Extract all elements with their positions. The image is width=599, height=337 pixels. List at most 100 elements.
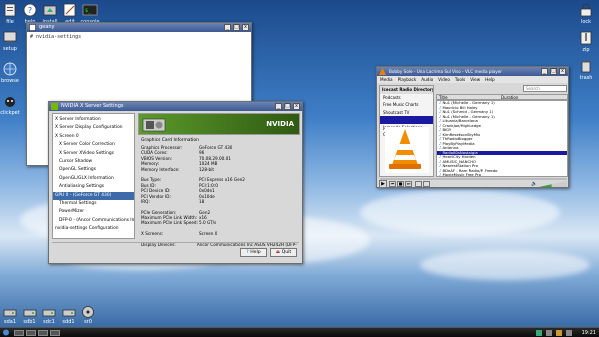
menu-item[interactable]: Tools: [455, 77, 465, 82]
playlist-item[interactable]: ♪MovieMusic Free Pro: [437, 173, 567, 176]
zip-icon: [580, 31, 592, 45]
vlc-controls: ▶ ⏮ ■ ⏭ 🔈: [379, 180, 568, 188]
desktop-shortcut-setup[interactable]: setup: [0, 30, 26, 52]
desktop-shortcut-label: trash: [579, 75, 593, 81]
tray-icon[interactable]: [566, 330, 572, 336]
playlist-item-title: PlayByPlayMedia: [442, 141, 475, 146]
tree-item[interactable]: X Screen 0: [53, 133, 134, 141]
maximize-button[interactable]: □: [550, 68, 557, 75]
tray-icon[interactable]: [536, 330, 542, 336]
close-button[interactable]: x: [559, 68, 566, 75]
help-label: Help: [250, 250, 261, 255]
tree-item[interactable]: X Server Information: [53, 116, 134, 124]
vlc-playlist[interactable]: ♪Nu1 (Michelle - Germany 1) ♪Mauricio Bil…: [436, 100, 568, 177]
tree-item[interactable]: Antialiasing Settings: [53, 183, 134, 191]
nvidia-settings-window[interactable]: NVIDIA X Server Settings _ □ x X Server …: [48, 101, 303, 264]
desktop-shortcut-trash[interactable]: trash: [570, 59, 599, 81]
maximize-button[interactable]: □: [284, 103, 291, 110]
sidebar-item[interactable]: Free Music Charts: [380, 101, 433, 109]
tree-item[interactable]: X Server XVideo Settings: [53, 150, 134, 158]
volume-slider[interactable]: [539, 181, 567, 187]
vlc-titlebar[interactable]: Bobby Sole - Una Lacrima Sul Viso - VLC …: [377, 67, 568, 76]
drive-sr0[interactable]: sr0: [77, 306, 99, 325]
playlist-item-title: HeartCity Horden: [442, 155, 476, 159]
tree-item[interactable]: Cursor Shadow: [53, 158, 134, 166]
nvidia-titlebar[interactable]: NVIDIA X Server Settings _ □ x: [49, 102, 302, 111]
nvidia-button-bar: ? Help ⏏ Quit: [52, 242, 299, 260]
menu-item[interactable]: Media: [380, 77, 393, 82]
clickpet-icon: [5, 97, 15, 107]
taskbar-item[interactable]: [14, 330, 24, 336]
desktop-shortcut-clickpet[interactable]: clickpet: [0, 94, 26, 116]
tree-item[interactable]: PowerMizer: [53, 208, 134, 216]
next-button[interactable]: ⏭: [405, 181, 412, 187]
tray-icon[interactable]: [546, 330, 552, 336]
play-button[interactable]: ▶: [379, 180, 387, 188]
tree-item[interactable]: OpenGL/GLX Information: [53, 175, 134, 183]
quit-button[interactable]: ⏏ Quit: [270, 248, 297, 257]
editor-titlebar[interactable]: geany _ □ x: [27, 23, 251, 32]
sidebar-item[interactable]: Podcasts: [380, 94, 433, 102]
desktop-shortcut-zip[interactable]: zip: [570, 31, 599, 53]
browse-icon: [3, 62, 17, 76]
playlist-toggle-button[interactable]: [423, 181, 430, 187]
tray-icon[interactable]: [556, 330, 562, 336]
taskbar-item[interactable]: [38, 330, 48, 336]
menu-item[interactable]: Playback: [398, 77, 417, 82]
start-icon[interactable]: [2, 329, 10, 336]
console-icon: $_: [82, 4, 98, 16]
background-cloud: [420, 250, 590, 280]
previous-button[interactable]: ⏮: [389, 181, 396, 187]
close-button[interactable]: x: [293, 103, 300, 110]
maximize-button[interactable]: □: [233, 24, 240, 31]
stop-button[interactable]: ■: [397, 181, 404, 187]
editor-text-area[interactable]: # nvidia-settings: [27, 32, 251, 42]
menu-item[interactable]: Help: [485, 77, 495, 82]
help-button[interactable]: ? Help: [240, 248, 267, 257]
sidebar-item[interactable]: [380, 116, 433, 124]
desktop-shortcut-lock[interactable]: lock: [570, 3, 599, 25]
desktop-shortcut-browse[interactable]: browse: [0, 62, 26, 84]
nvidia-title: NVIDIA X Server Settings: [61, 103, 124, 109]
taskbar-item[interactable]: [26, 330, 36, 336]
menu-item[interactable]: Video: [438, 77, 450, 82]
tree-item[interactable]: X Server Display Configuration: [53, 124, 134, 132]
sidebar-item[interactable]: Shoutcast TV: [380, 109, 433, 117]
playlist-item-title: BIGY: [442, 128, 452, 132]
vlc-title: Bobby Sole - Una Lacrima Sul Viso - VLC …: [389, 69, 503, 74]
taskbar-item[interactable]: [50, 330, 60, 336]
playlist-item-title: AMUSIC_NANCHO: [442, 159, 476, 164]
volume-icon[interactable]: 🔈: [531, 181, 537, 187]
fullscreen-button[interactable]: [415, 181, 422, 187]
desktop-shortcut-label: browse: [1, 78, 19, 84]
graphics-card-info-panel: Graphics Card Information Graphics Proce…: [138, 137, 300, 247]
help-icon: ?: [246, 250, 249, 255]
close-button[interactable]: x: [242, 24, 249, 31]
nvidia-tree-panel: X Server Information X Server Display Con…: [52, 113, 135, 239]
drive-icon: [62, 309, 75, 317]
minimize-button[interactable]: _: [275, 103, 282, 110]
menu-item[interactable]: View: [470, 77, 480, 82]
quit-label: Quit: [281, 250, 292, 255]
vlc-search-field[interactable]: Search: [523, 85, 567, 92]
minimize-button[interactable]: _: [541, 68, 548, 75]
setup-icon: [3, 31, 17, 43]
tree-item[interactable]: GPU 0 - (GeForce GT 430): [53, 191, 134, 200]
background-cloud: [360, 190, 560, 235]
menu-item[interactable]: Audio: [421, 77, 433, 82]
playlist-item-title: Mauricio Bill Haley: [442, 105, 478, 110]
minimize-button[interactable]: _: [224, 24, 231, 31]
vlc-window[interactable]: Bobby Sole - Una Lacrima Sul Viso - VLC …: [376, 66, 569, 188]
playlist-item-title: BDeAF - Ram Radio/P. Freedo: [442, 168, 498, 173]
playlist-item-title: Radio80sNostalgia: [442, 150, 478, 155]
tree-item[interactable]: OpenGL Settings: [53, 166, 134, 174]
tree-item[interactable]: Thermal Settings: [53, 200, 134, 208]
tree-item[interactable]: nvidia-settings Configuration: [53, 225, 134, 233]
playlist-item-title: Antenna: [442, 146, 459, 150]
trash-icon: [581, 61, 591, 73]
search-placeholder: Search: [526, 86, 540, 91]
tree-item[interactable]: X Server Color Correction: [53, 141, 134, 149]
tree-item[interactable]: DFP-0 - (Ancor Communications Inc: [53, 217, 134, 225]
clock[interactable]: 19:21: [582, 328, 596, 337]
playlist-item-title: NearestStation Pro: [442, 164, 478, 168]
